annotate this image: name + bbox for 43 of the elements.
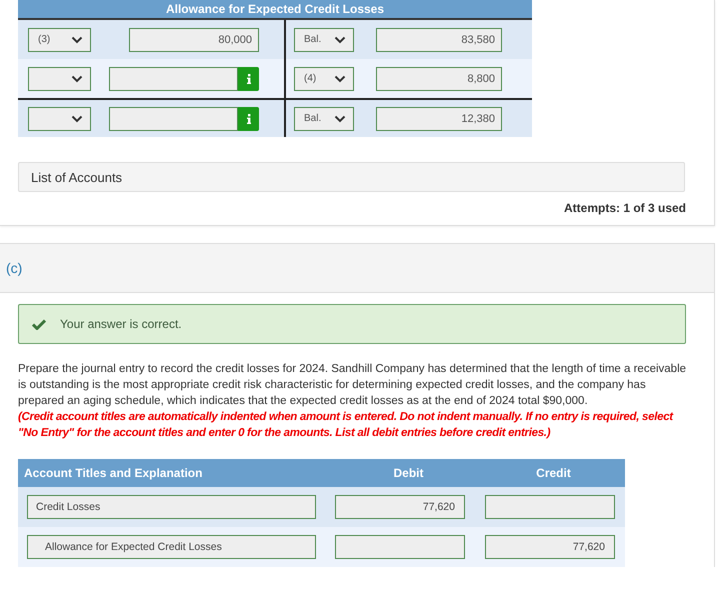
column-header: Debit [392, 466, 424, 480]
dropdown[interactable]: Bal. [294, 106, 354, 130]
info-icon [246, 114, 250, 124]
chevron-down-icon [334, 114, 346, 122]
checkmark-icon [32, 318, 46, 330]
part-label: (c) [6, 260, 22, 276]
amount-field[interactable]: 83,580 [376, 28, 502, 52]
dropdown[interactable] [28, 66, 91, 90]
dropdown[interactable]: (4) [294, 66, 354, 90]
debit-field[interactable] [335, 535, 465, 559]
feedback-message: Your answer is correct. [60, 317, 182, 331]
info-icon [246, 74, 250, 84]
amount-field[interactable]: 12,380 [376, 106, 502, 130]
chevron-down-icon [334, 36, 346, 44]
dropdown-value: Bal. [304, 34, 322, 45]
t-account-title: Allowance for Expected Credit Losses [166, 2, 384, 16]
dropdown-value: Bal. [304, 113, 322, 124]
dropdown[interactable]: Bal. [294, 28, 354, 52]
info-button[interactable] [238, 106, 259, 130]
info-button[interactable] [238, 66, 259, 90]
account-field[interactable]: Credit Losses [27, 495, 316, 519]
debit-field[interactable]: 77,620 [335, 495, 465, 519]
amount-field[interactable]: 80,000 [129, 28, 259, 52]
list-of-accounts-button[interactable]: List of Accounts [18, 162, 685, 192]
chevron-down-icon [334, 74, 346, 82]
amount-field[interactable] [109, 66, 238, 90]
instructions-note: (Credit account titles are automatically indented when amount is entered. Do not indent manually. If no entry is required, select "No Entry" for the account titles and enter 0 for the amounts. List all debit entries before credit entries.) [18, 410, 674, 441]
instructions-text: Prepare the journal entry to record the credit losses for 2024. Sandhill Company has determined that the length of time a receivable is outstanding is the most appropriate credit risk characteristic for determining expected credit losses, and the company has prepared an aging schedule, which indicates that the expected credit losses as at the end of 2024 total $90,000. [18, 362, 688, 409]
column-header: Credit [535, 466, 572, 480]
dropdown-value: (4) [304, 73, 316, 84]
attempts-text: Attempts: 1 of 3 used [562, 201, 686, 215]
dropdown[interactable]: (3) [28, 28, 91, 52]
chevron-down-icon [71, 74, 83, 82]
dropdown-value: (3) [38, 34, 50, 45]
chevron-down-icon [71, 36, 83, 44]
dropdown[interactable] [28, 106, 91, 130]
column-header: Account Titles and Explanation [23, 466, 204, 480]
credit-field[interactable]: 77,620 [485, 535, 615, 559]
chevron-down-icon [71, 114, 83, 122]
amount-field[interactable] [109, 106, 238, 130]
credit-field[interactable] [485, 495, 615, 519]
amount-field[interactable]: 8,800 [376, 66, 502, 90]
account-field[interactable]: Allowance for Expected Credit Losses [27, 535, 316, 559]
